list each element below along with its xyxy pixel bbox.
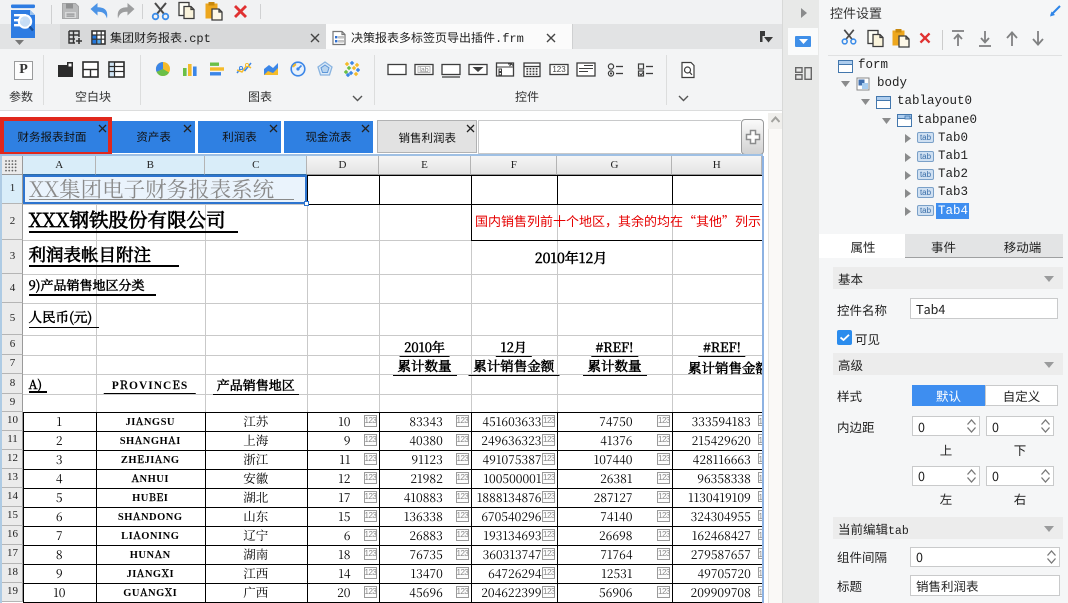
svg-text:123: 123 [552, 65, 566, 74]
svg-text:lab: lab [419, 67, 428, 74]
